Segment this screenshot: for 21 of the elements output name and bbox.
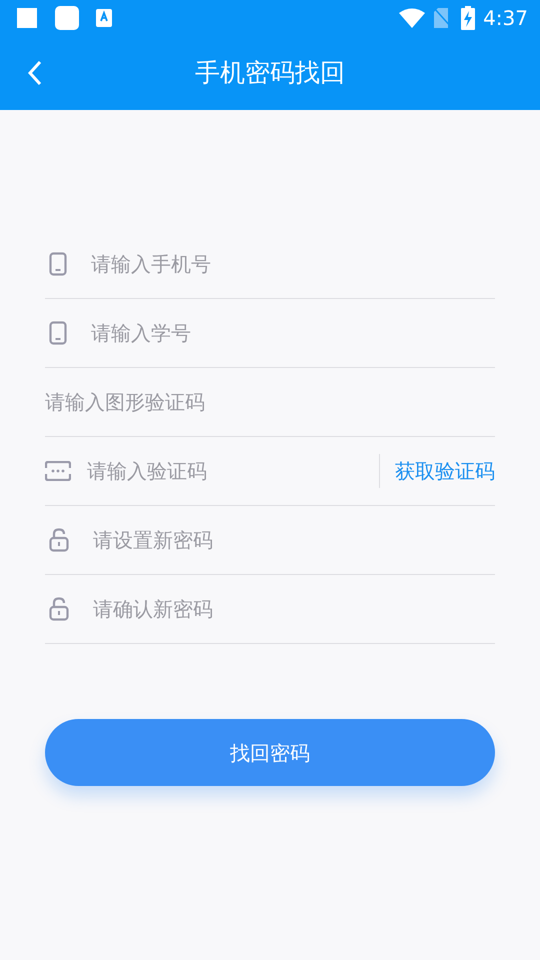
back-icon (28, 60, 42, 86)
input-field[interactable]: 请输入图形验证码 (45, 387, 495, 417)
keyboard-icon (96, 9, 112, 27)
clock: 4:37 (483, 5, 528, 32)
get-code-button[interactable]: 获取验证码 (379, 454, 495, 488)
input-field[interactable]: 请设置新密码 (93, 525, 495, 555)
phone-icon (49, 252, 67, 276)
wifi-icon (399, 8, 426, 28)
notification-icon (16, 7, 38, 29)
code-icon (45, 461, 71, 481)
notification-icon (54, 5, 80, 31)
lock-icon (49, 528, 69, 552)
input-field[interactable]: 请输入手机号 (91, 249, 495, 279)
page-title: 手机密码找回 (195, 57, 345, 90)
phone-icon (49, 321, 67, 345)
input-field[interactable]: 请输入学号 (91, 318, 495, 348)
retrieve-password-button[interactable]: 找回密码 (45, 719, 495, 786)
battery-charging-icon (461, 6, 476, 30)
input-field[interactable]: 请输入验证码 (87, 456, 379, 486)
lock-icon (49, 597, 69, 621)
input-field[interactable]: 请确认新密码 (93, 594, 495, 624)
